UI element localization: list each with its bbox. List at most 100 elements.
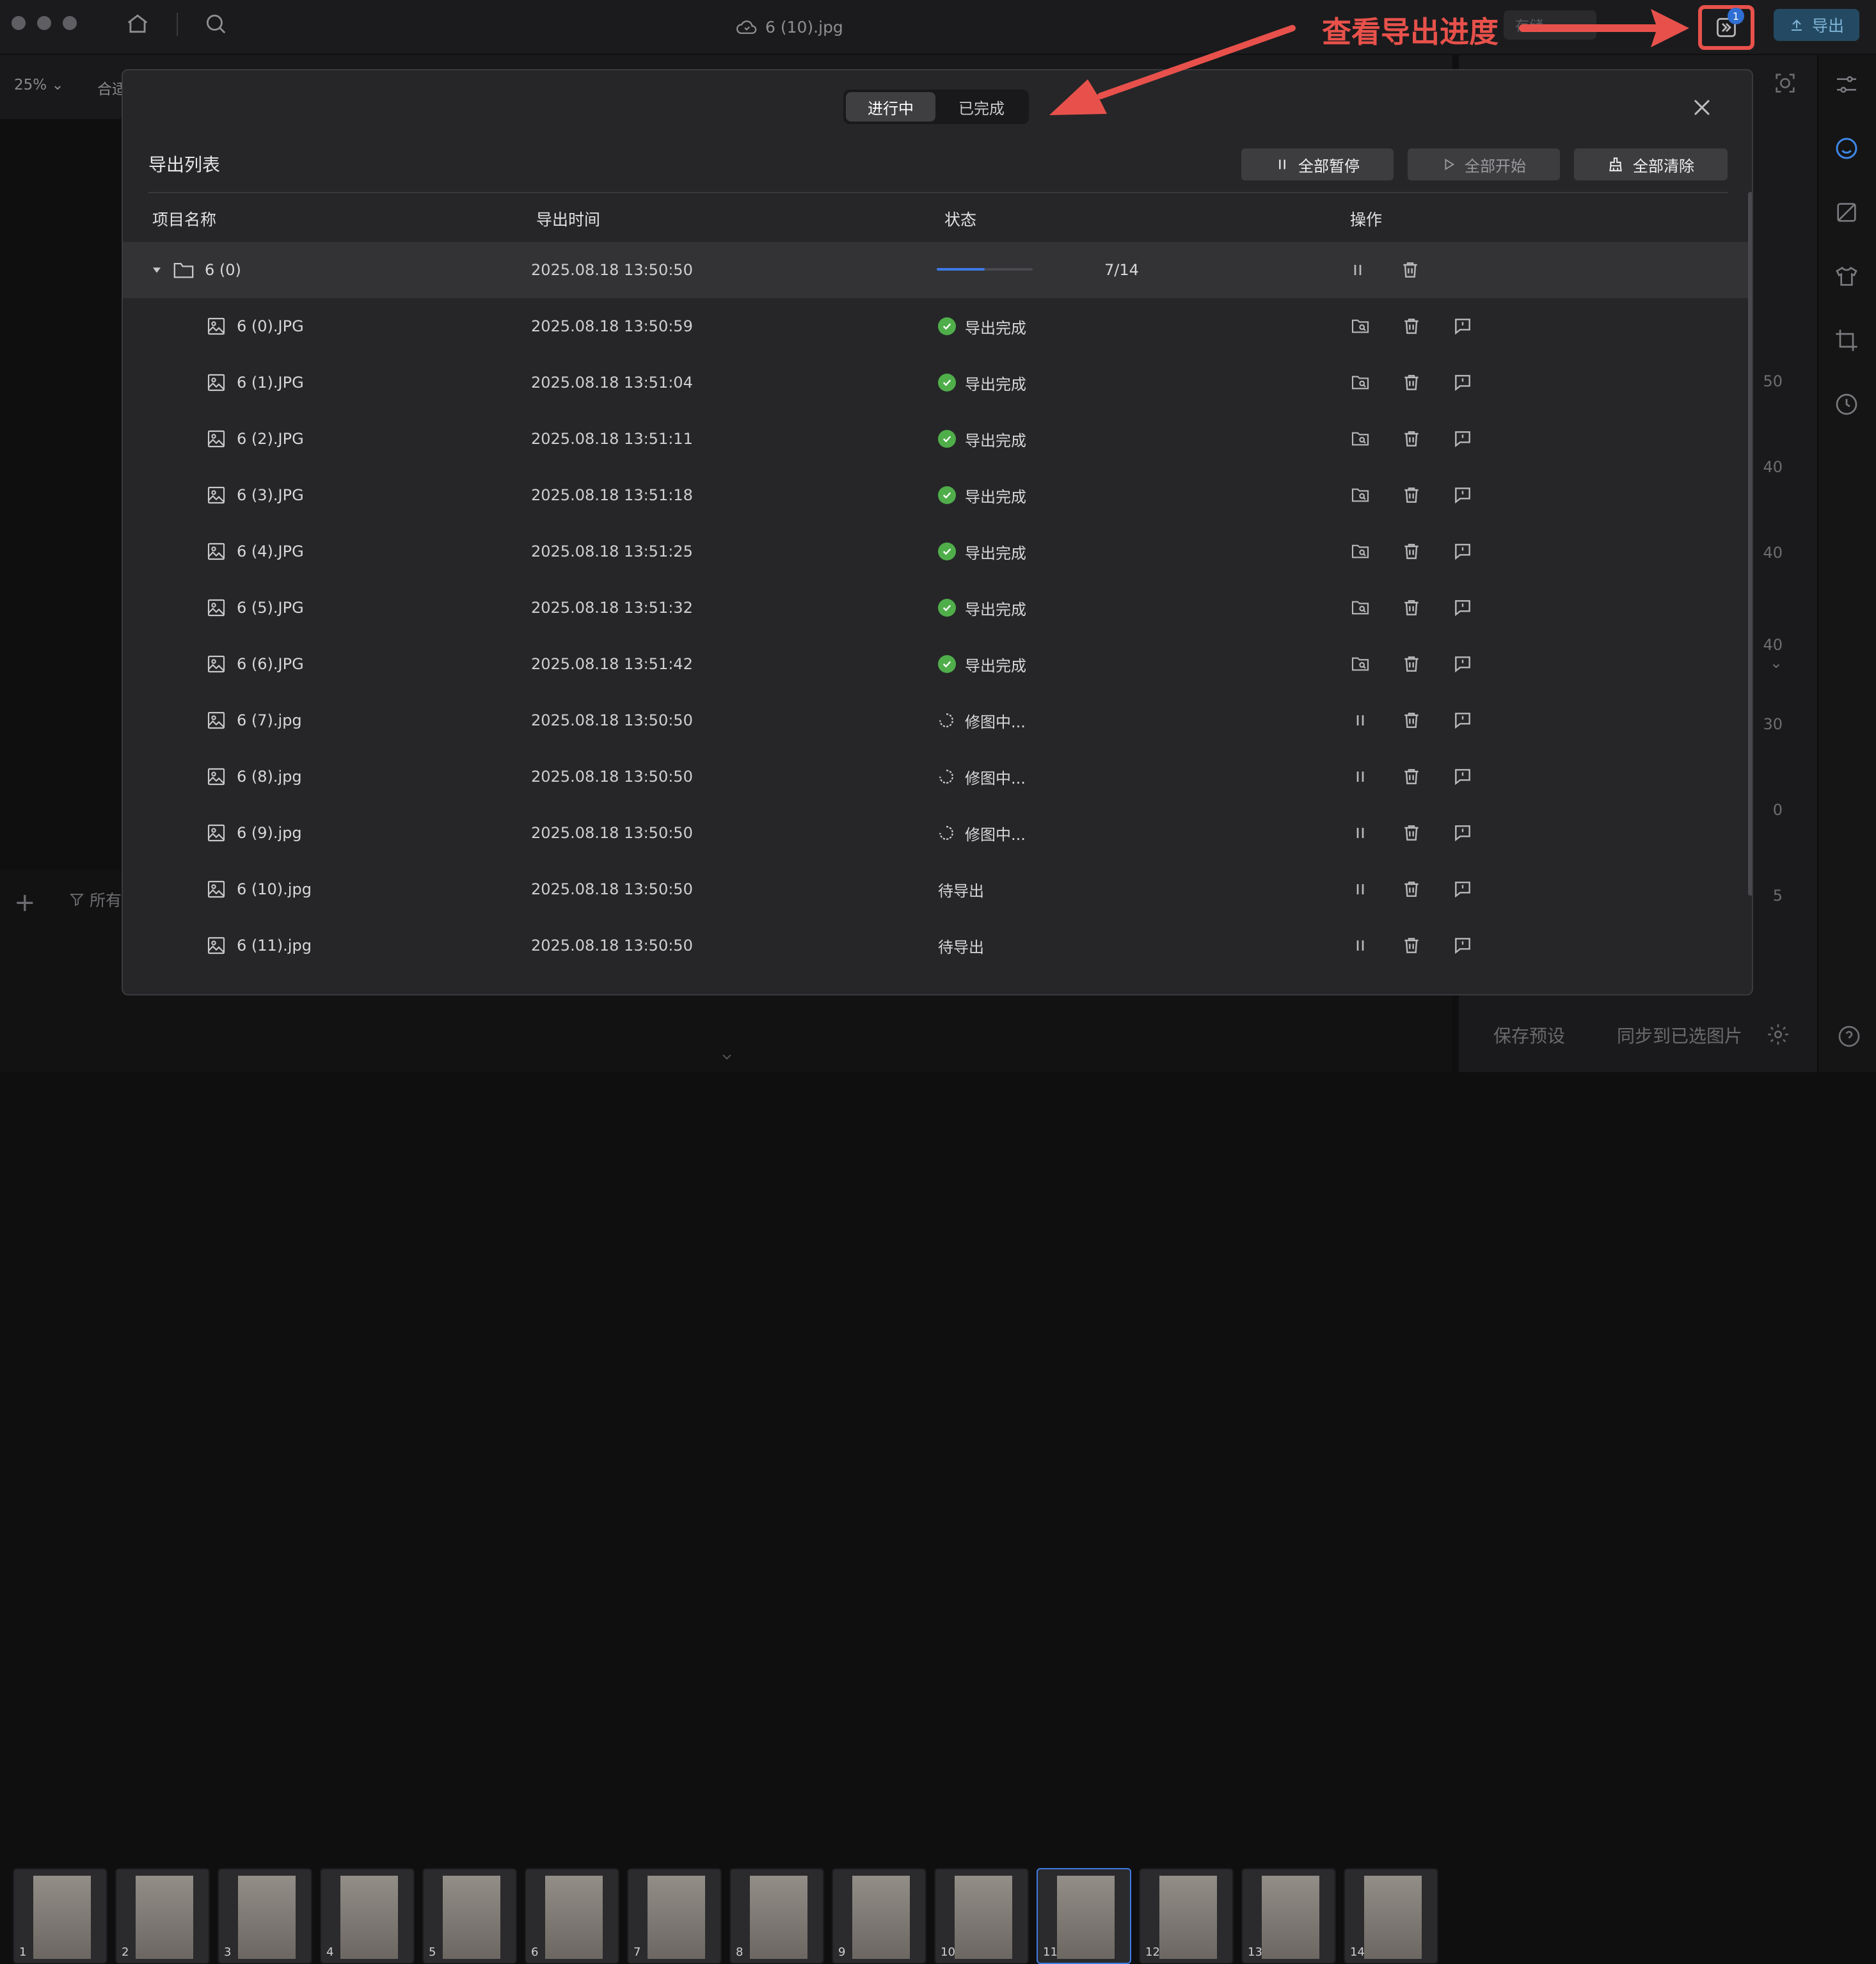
sliders-icon[interactable] <box>1834 72 1859 97</box>
open-folder-icon[interactable] <box>1350 541 1371 562</box>
trash-icon[interactable] <box>1401 823 1422 843</box>
export-item-row[interactable]: 6 (5).JPG 2025.08.18 13:51:32 导出完成 <box>123 580 1748 636</box>
zoom-select[interactable]: 25% ⌄ <box>14 77 64 93</box>
save-preset-button[interactable]: 保存预设 <box>1472 1017 1587 1053</box>
crop-icon[interactable] <box>1834 328 1859 353</box>
feedback-icon[interactable] <box>1452 485 1473 505</box>
thumbnail-selected[interactable]: 11 <box>1037 1868 1131 1964</box>
export-item-row[interactable]: 6 (7).jpg 2025.08.18 13:50:50 修图中... <box>123 692 1748 748</box>
trash-icon[interactable] <box>1401 654 1422 674</box>
image-icon <box>206 598 227 618</box>
window-zoom-button[interactable] <box>63 16 77 30</box>
thumbnail[interactable]: 1 <box>13 1868 107 1964</box>
item-name-cell: 6 (3).JPG <box>206 467 304 523</box>
feedback-icon[interactable] <box>1452 541 1473 562</box>
export-item-row[interactable]: 6 (4).JPG 2025.08.18 13:51:25 导出完成 <box>123 523 1748 580</box>
caret-down-icon[interactable] <box>151 264 163 276</box>
thumbnail[interactable]: 7 <box>627 1868 722 1964</box>
thumbnail[interactable]: 5 <box>422 1868 517 1964</box>
thumbnail[interactable]: 6 <box>525 1868 619 1964</box>
trash-icon[interactable] <box>1401 710 1422 731</box>
export-item-row[interactable]: 6 (0).JPG 2025.08.18 13:50:59 导出完成 <box>123 298 1748 354</box>
open-folder-icon[interactable] <box>1350 429 1371 449</box>
thumbnail[interactable]: 2 <box>115 1868 210 1964</box>
help-icon[interactable] <box>1836 1024 1862 1049</box>
close-icon[interactable] <box>1688 93 1716 122</box>
export-item-row[interactable]: 6 (8).jpg 2025.08.18 13:50:50 修图中... <box>123 748 1748 805</box>
trash-icon[interactable] <box>1401 316 1422 337</box>
feedback-icon[interactable] <box>1452 879 1473 899</box>
feedback-icon[interactable] <box>1452 654 1473 674</box>
settings-gear-icon[interactable] <box>1766 1022 1790 1047</box>
export-item-row[interactable]: 6 (3).JPG 2025.08.18 13:51:18 导出完成 <box>123 467 1748 523</box>
feedback-icon[interactable] <box>1452 766 1473 787</box>
mask-icon[interactable] <box>1834 200 1859 225</box>
feedback-icon[interactable] <box>1452 935 1473 956</box>
slider-select-value[interactable]: 40 ⌄ <box>1757 636 1783 672</box>
thumbnail[interactable]: 10 <box>934 1868 1029 1964</box>
open-folder-icon[interactable] <box>1350 598 1371 618</box>
search-icon[interactable] <box>203 12 228 36</box>
pause-icon <box>1275 157 1289 171</box>
pause-icon[interactable] <box>1350 710 1371 731</box>
thumbnail[interactable]: 3 <box>218 1868 312 1964</box>
open-folder-icon[interactable] <box>1350 654 1371 674</box>
feedback-icon[interactable] <box>1452 372 1473 393</box>
trash-icon[interactable] <box>1401 598 1422 618</box>
thumbnail[interactable]: 8 <box>729 1868 824 1964</box>
start-all-button[interactable]: 全部开始 <box>1408 148 1560 180</box>
history-icon[interactable] <box>1834 392 1859 417</box>
feedback-icon[interactable] <box>1452 823 1473 843</box>
trash-icon[interactable] <box>1401 766 1422 787</box>
trash-icon[interactable] <box>1401 935 1422 956</box>
thumbnail[interactable]: 14 <box>1344 1868 1438 1964</box>
feedback-icon[interactable] <box>1452 710 1473 731</box>
thumbnail[interactable]: 12 <box>1139 1868 1234 1964</box>
open-folder-icon[interactable] <box>1350 485 1371 505</box>
export-item-row[interactable]: 6 (6).JPG 2025.08.18 13:51:42 导出完成 <box>123 636 1748 692</box>
export-group-row[interactable]: 6 (0) 2025.08.18 13:50:50 7/14 <box>123 242 1748 298</box>
pause-icon[interactable] <box>1350 766 1371 787</box>
export-button[interactable]: 导出 <box>1774 9 1859 41</box>
trash-icon[interactable] <box>1401 372 1422 393</box>
list-scrollbar[interactable] <box>1748 192 1752 896</box>
export-item-row[interactable]: 6 (9).jpg 2025.08.18 13:50:50 修图中... <box>123 805 1748 861</box>
pause-all-button[interactable]: 全部暂停 <box>1241 148 1394 180</box>
thumbnail[interactable]: 4 <box>320 1868 415 1964</box>
clear-all-button[interactable]: 全部清除 <box>1574 148 1728 180</box>
trash-icon[interactable] <box>1401 879 1422 899</box>
preset-chip[interactable]: 存储 <box>1504 10 1596 40</box>
trash-icon[interactable] <box>1401 429 1422 449</box>
feedback-icon[interactable] <box>1452 598 1473 618</box>
open-folder-icon[interactable] <box>1350 316 1371 337</box>
export-item-row[interactable]: 6 (10).jpg 2025.08.18 13:50:50 待导出 <box>123 861 1748 917</box>
pause-icon[interactable] <box>1347 260 1368 280</box>
window-close-button[interactable] <box>12 16 26 30</box>
pause-icon[interactable] <box>1350 823 1371 843</box>
home-icon[interactable] <box>125 12 150 36</box>
feedback-icon[interactable] <box>1452 429 1473 449</box>
clothing-icon[interactable] <box>1834 264 1859 289</box>
filter-button[interactable]: 所有 <box>69 888 122 911</box>
add-button[interactable]: + <box>14 888 36 917</box>
thumbnail[interactable]: 13 <box>1241 1868 1336 1964</box>
tab-in-progress[interactable]: 进行中 <box>846 92 935 122</box>
thumbnail[interactable]: 9 <box>832 1868 926 1964</box>
window-minimize-button[interactable] <box>37 16 51 30</box>
pause-icon[interactable] <box>1350 879 1371 899</box>
export-item-row[interactable]: 6 (11).jpg 2025.08.18 13:50:50 待导出 <box>123 917 1748 974</box>
pause-icon[interactable] <box>1350 935 1371 956</box>
trash-icon[interactable] <box>1400 260 1420 280</box>
export-tasks-button[interactable] <box>1698 5 1754 50</box>
export-item-row[interactable]: 6 (2).JPG 2025.08.18 13:51:11 导出完成 <box>123 411 1748 467</box>
trash-icon[interactable] <box>1401 485 1422 505</box>
export-item-row[interactable]: 6 (1).JPG 2025.08.18 13:51:04 导出完成 <box>123 354 1748 411</box>
face-retouch-icon[interactable] <box>1834 136 1859 161</box>
open-folder-icon[interactable] <box>1350 372 1371 393</box>
trash-icon[interactable] <box>1401 541 1422 562</box>
tab-completed[interactable]: 已完成 <box>937 92 1026 122</box>
face-detect-icon[interactable] <box>1772 70 1798 96</box>
sync-selected-button[interactable]: 同步到已选图片 <box>1606 1017 1753 1053</box>
feedback-icon[interactable] <box>1452 316 1473 337</box>
chevron-down-icon[interactable] <box>719 1049 735 1065</box>
